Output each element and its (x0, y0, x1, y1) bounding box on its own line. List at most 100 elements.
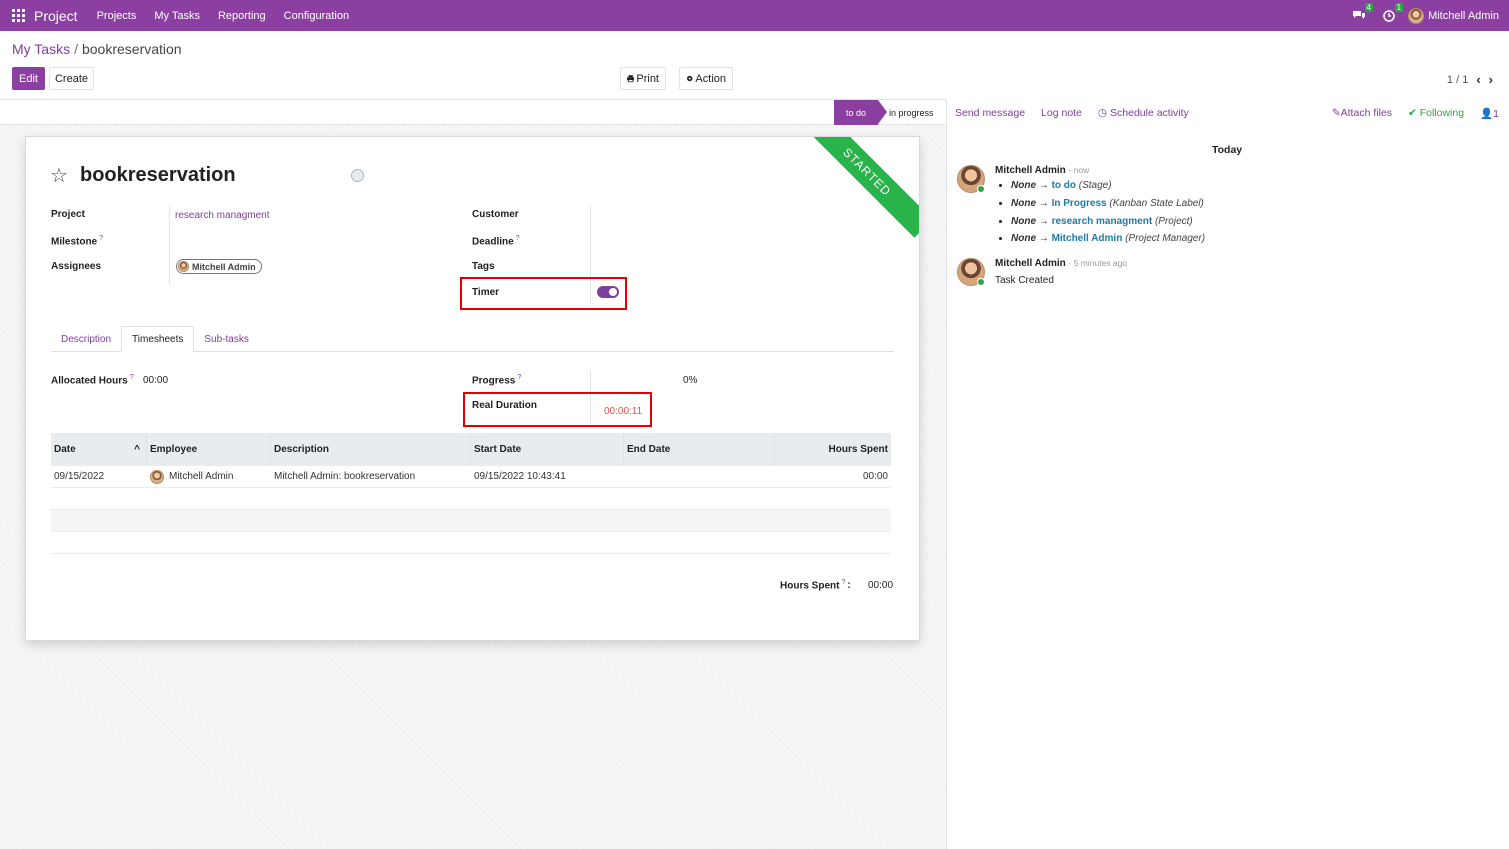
attach-files-label: Attach files (1340, 107, 1392, 119)
print-icon (627, 75, 635, 83)
timesheet-table: Date ^ Employee Description Start Date E… (51, 433, 891, 554)
deadline-help-icon[interactable]: ? (516, 235, 520, 242)
online-status-icon (977, 278, 985, 286)
pager-previous-icon[interactable]: ‹ (1476, 72, 1480, 87)
started-ribbon: STARTED (801, 137, 919, 238)
progress-help-icon[interactable]: ? (517, 374, 521, 381)
print-button[interactable]: Print (620, 67, 666, 90)
pager-value[interactable]: 1 / 1 (1447, 74, 1468, 86)
app-name[interactable]: Project (34, 8, 78, 24)
column-date-label: Date (54, 444, 76, 455)
total-hours-help-icon[interactable]: ? (841, 579, 845, 586)
deadline-label-text: Deadline (472, 236, 514, 248)
menu-reporting[interactable]: Reporting (218, 10, 266, 22)
log-note-button[interactable]: Log note (1041, 107, 1082, 119)
allocated-hours-help-icon[interactable]: ? (130, 374, 134, 381)
notebook-tabs: Description Timesheets Sub-tasks (51, 326, 894, 353)
project-label: Project (51, 209, 85, 220)
column-end-date[interactable]: End Date (624, 433, 775, 466)
attach-files-button[interactable]: ✎Attach files (1332, 107, 1392, 120)
message-time: - now (1068, 165, 1090, 175)
menu-projects[interactable]: Projects (97, 10, 137, 22)
date-separator: Today (1212, 144, 1243, 156)
app-menu-icon[interactable] (12, 8, 26, 23)
progress-label-text: Progress (472, 375, 516, 387)
arrow-icon: → (1038, 215, 1049, 227)
milestone-label: Milestone? (51, 235, 103, 247)
row-hours-spent: 00:00 (862, 471, 888, 482)
pager-next-icon[interactable]: › (1489, 72, 1493, 87)
milestone-label-text: Milestone (51, 236, 98, 248)
tracking-item: None → to do (Stage) (1011, 178, 1205, 196)
menu-configuration[interactable]: Configuration (284, 10, 349, 22)
assignee-name: Mitchell Admin (192, 261, 256, 272)
allocated-hours-label-text: Allocated Hours (51, 375, 128, 387)
edit-button[interactable]: Edit (12, 67, 45, 90)
total-hours-label-text: Hours Spent (780, 580, 840, 592)
tracking-item: None → In Progress (Kanban State Label) (1011, 196, 1205, 214)
chatter-panel: Send message Log note ◷ Schedule activit… (946, 100, 1509, 849)
message-author: Mitchell Admin - now (995, 165, 1089, 176)
progress-label: Progress? (472, 374, 521, 386)
favorite-star-icon[interactable]: ☆ (50, 163, 68, 188)
column-start-date[interactable]: Start Date (471, 433, 624, 466)
total-hours-value: 00:00 (868, 580, 894, 591)
real-duration-highlight-box (463, 392, 652, 427)
progress-value: 0% (683, 375, 698, 386)
send-message-button[interactable]: Send message (955, 107, 1025, 119)
column-description[interactable]: Description (271, 433, 471, 466)
column-date[interactable]: Date ^ (51, 433, 147, 466)
breadcrumb: My Tasks / bookreservation (12, 41, 182, 57)
menu-my-tasks[interactable]: My Tasks (154, 10, 200, 22)
row-employee: Mitchell Admin (147, 466, 271, 487)
total-hours-colon: : (847, 580, 851, 592)
table-row[interactable]: 09/15/2022 Mitchell Admin Mitchell Admin… (51, 466, 891, 488)
following-button[interactable]: ✔ Following (1408, 107, 1464, 120)
online-status-icon (977, 185, 985, 193)
column-employee[interactable]: Employee (147, 433, 271, 466)
tab-description[interactable]: Description (51, 326, 121, 352)
breadcrumb-parent[interactable]: My Tasks (12, 41, 70, 57)
message-author-name[interactable]: Mitchell Admin (995, 258, 1066, 269)
left-field-separator (169, 205, 170, 285)
column-hours-spent[interactable]: Hours Spent (775, 433, 891, 466)
create-button[interactable]: Create (49, 67, 94, 90)
assignee-tag[interactable]: Mitchell Admin (176, 259, 262, 274)
new-value: Mitchell Admin (1051, 233, 1123, 245)
sort-ascending-icon: ^ (134, 444, 140, 455)
tab-timesheets[interactable]: Timesheets (121, 326, 195, 353)
new-value: research managment (1051, 215, 1153, 227)
user-name: Mitchell Admin (1428, 9, 1499, 22)
stage-to-do[interactable]: to do (834, 100, 887, 125)
messages-icon[interactable]: 4 (1348, 2, 1374, 24)
row-date: 09/15/2022 (54, 471, 105, 482)
timer-highlight-box (460, 277, 627, 310)
kanban-state-indicator[interactable] (351, 169, 364, 182)
field-name: (Kanban State Label) (1109, 197, 1204, 209)
activities-icon[interactable]: 1 (1378, 2, 1404, 24)
employee-avatar (150, 469, 164, 484)
action-button[interactable]: Action (679, 67, 733, 90)
arrow-icon: → (1038, 197, 1049, 209)
tab-sub-tasks[interactable]: Sub-tasks (194, 326, 258, 352)
new-value: In Progress (1051, 197, 1107, 209)
project-value[interactable]: research managment (175, 210, 270, 221)
allocated-hours-label: Allocated Hours? (51, 374, 134, 386)
assignee-avatar (178, 261, 189, 272)
milestone-help-icon[interactable]: ? (99, 235, 103, 242)
empty-row (51, 510, 891, 532)
followers-button[interactable]: 👤1 (1480, 107, 1499, 120)
row-end-date (624, 466, 775, 487)
chatter-topbar-right: ✎Attach files ✔ Following 👤1 (1332, 107, 1499, 120)
schedule-activity-button[interactable]: ◷ Schedule activity (1098, 107, 1189, 119)
user-menu[interactable]: Mitchell Admin (1408, 7, 1499, 24)
field-name: (Project) (1154, 215, 1193, 227)
task-title: bookreservation (80, 164, 236, 186)
messages-badge: 4 (1364, 2, 1374, 12)
new-value: to do (1051, 180, 1076, 191)
arrow-icon: → (1038, 180, 1049, 191)
total-hours-label: Hours Spent?: (780, 579, 851, 591)
stage-in-progress[interactable]: in progress (889, 100, 934, 125)
message-author-name[interactable]: Mitchell Admin (995, 165, 1066, 176)
allocated-hours-value[interactable]: 00:00 (143, 375, 168, 386)
